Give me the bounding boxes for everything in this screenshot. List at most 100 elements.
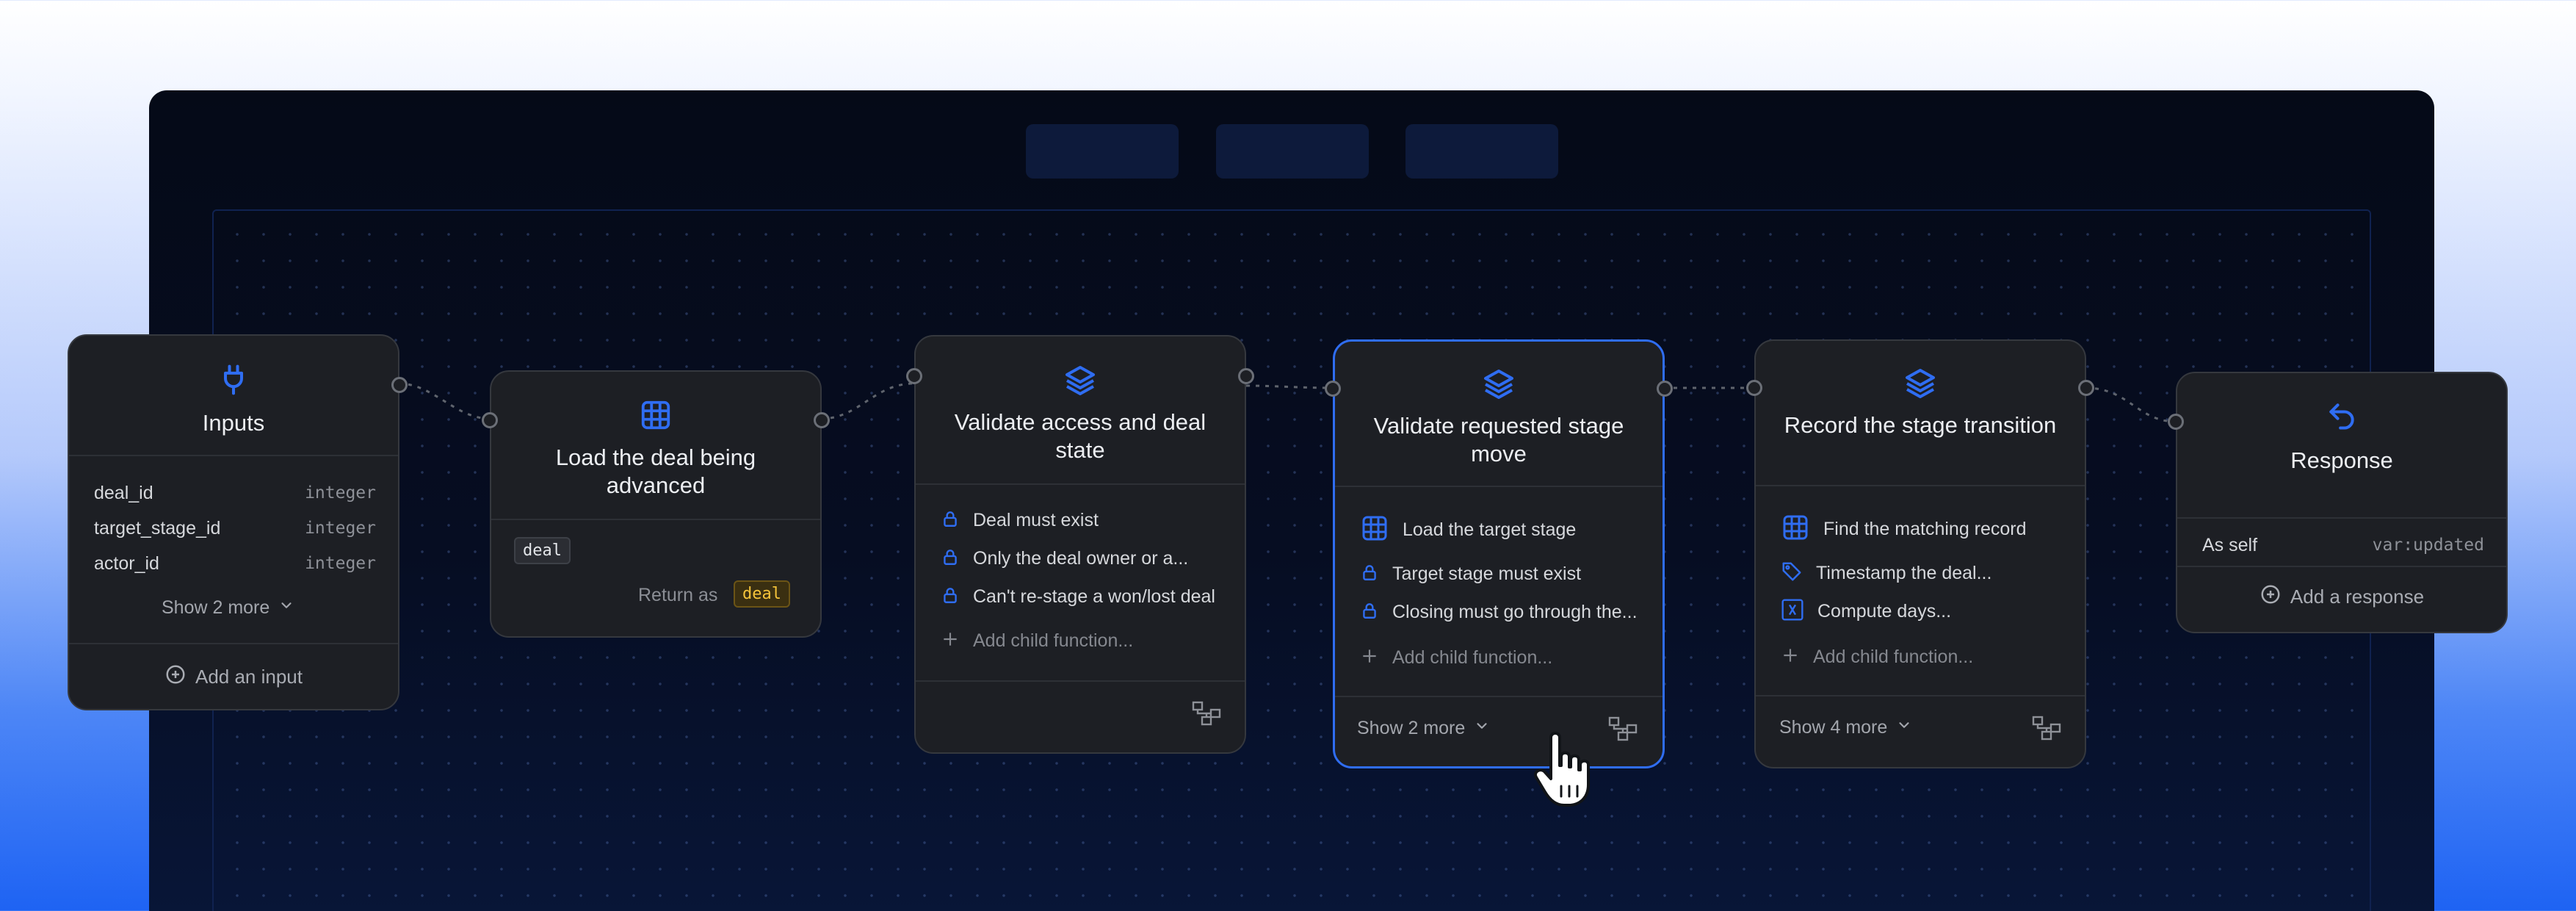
child-function-label: Timestamp the deal... [1816,562,1992,583]
input-row[interactable]: target_stage_id integer [94,514,376,543]
plus-icon [1360,647,1379,669]
child-function-label: Compute days... [1817,600,1952,622]
output-port[interactable] [1238,368,1254,384]
child-function-row[interactable]: Timestamp the deal... [1781,558,2070,588]
input-name: target_stage_id [94,517,221,539]
input-name: deal_id [94,482,153,503]
divider [1756,695,2085,696]
table-icon [639,398,673,436]
toolbar-tab-2[interactable] [1216,124,1369,179]
table-icon [1360,515,1389,544]
table-icon [1781,514,1810,544]
tree-icon[interactable] [1192,701,1221,730]
chevron-down-icon [1474,718,1490,739]
variable-chip[interactable]: deal [514,537,571,564]
add-child-function-button[interactable]: Add child function... [1781,642,2070,671]
lock-icon [941,586,960,608]
node-header: Validate access and deal state [916,336,1245,485]
show-more-button[interactable]: Show 2 more [162,597,294,619]
return-icon [2326,400,2358,436]
tree-icon[interactable] [2032,716,2061,744]
plus-icon [1781,646,1800,669]
input-port[interactable] [2168,414,2184,430]
validate-access-node[interactable]: Validate access and deal state Deal must… [906,335,1254,754]
child-function-row[interactable]: Load the target stage [1360,515,1648,544]
toolbar-tab-1[interactable] [1026,124,1179,179]
add-input-button[interactable]: Add an input [69,663,398,691]
divider [1335,696,1663,697]
output-port[interactable] [1657,381,1673,397]
node-header: Validate requested stage move [1335,342,1663,487]
show-more-label: Show 2 more [162,597,270,618]
child-function-row[interactable]: Can't re-stage a won/lost deal [941,582,1230,611]
inputs-node[interactable]: Inputs deal_id integer target_stage_id i… [68,334,408,710]
plug-icon [217,364,250,400]
add-child-function-label: Add child function... [1392,647,1553,668]
show-more-label: Show 2 more [1357,718,1466,738]
child-function-row[interactable]: Compute days... [1781,597,2070,626]
toolbar-tab-3[interactable] [1405,124,1558,179]
response-name: As self [2202,534,2258,555]
lock-icon [941,547,960,570]
response-node[interactable]: Response As self var:updated Add a respo… [2168,372,2508,633]
input-row[interactable]: deal_id integer [94,478,376,508]
child-function-label: Target stage must exist [1392,563,1582,584]
add-input-label: Add an input [195,666,303,688]
response-value: var:updated [2372,536,2484,555]
load-deal-node[interactable]: Load the deal being advanced deal Return… [482,370,830,638]
return-chip[interactable]: deal [734,580,790,608]
child-function-label: Load the target stage [1403,519,1577,540]
add-child-function-label: Add child function... [973,630,1134,651]
child-function-label: Deal must exist [973,509,1099,530]
node-header: Record the stage transition [1756,341,2085,486]
lock-icon [1360,601,1379,624]
show-more-button[interactable]: Show 2 more [1357,718,1490,739]
return-as-label: Return as [638,585,718,605]
output-port[interactable] [2078,380,2094,396]
input-type: integer [305,554,376,573]
add-response-button[interactable]: Add a response [2177,583,2506,611]
validate-stage-node[interactable]: Validate requested stage move Load the t… [1325,339,1673,768]
variable-icon [1781,598,1804,625]
tag-icon [1781,561,1803,586]
node-header: Inputs [69,336,398,456]
input-port[interactable] [1325,381,1341,397]
response-row[interactable]: As self var:updated [2202,530,2484,560]
add-child-function-button[interactable]: Add child function... [941,626,1230,655]
node-title: Inputs [202,410,265,436]
child-function-row[interactable]: Deal must exist [941,505,1230,535]
plus-circle-icon [164,663,187,691]
child-function-row[interactable]: Only the deal owner or a... [941,544,1230,573]
output-port[interactable] [814,412,830,428]
show-more-label: Show 4 more [1779,717,1888,738]
divider [916,680,1245,682]
input-port[interactable] [906,368,922,384]
node-title: Load the deal being advanced [555,444,756,498]
add-child-function-button[interactable]: Add child function... [1360,643,1648,672]
tree-icon[interactable] [1608,716,1638,745]
input-port[interactable] [1746,380,1762,396]
child-function-row[interactable]: Closing must go through the... [1360,597,1648,627]
record-transition-node[interactable]: Record the stage transition Find the mat… [1746,339,2094,768]
add-response-label: Add a response [2290,586,2425,608]
layers-icon [1903,366,1938,405]
output-port[interactable] [391,377,408,393]
lock-icon [1360,563,1379,586]
input-name: actor_id [94,552,159,574]
child-function-label: Find the matching record [1823,518,2027,539]
input-type: integer [305,483,376,503]
input-type: integer [305,519,376,538]
chevron-down-icon [278,597,294,619]
input-row[interactable]: actor_id integer [94,549,376,578]
input-port[interactable] [482,412,498,428]
child-function-label: Closing must go through the... [1392,601,1638,622]
node-header: Load the deal being advanced [491,372,820,520]
node-title: Record the stage transition [1784,412,2057,438]
layers-icon [1063,363,1098,402]
child-function-row[interactable]: Target stage must exist [1360,559,1648,588]
divider [69,643,398,644]
child-function-row[interactable]: Find the matching record [1781,514,2070,544]
hand-cursor-icon [1533,732,1599,812]
show-more-button[interactable]: Show 4 more [1779,717,1912,738]
divider [2177,566,2506,567]
